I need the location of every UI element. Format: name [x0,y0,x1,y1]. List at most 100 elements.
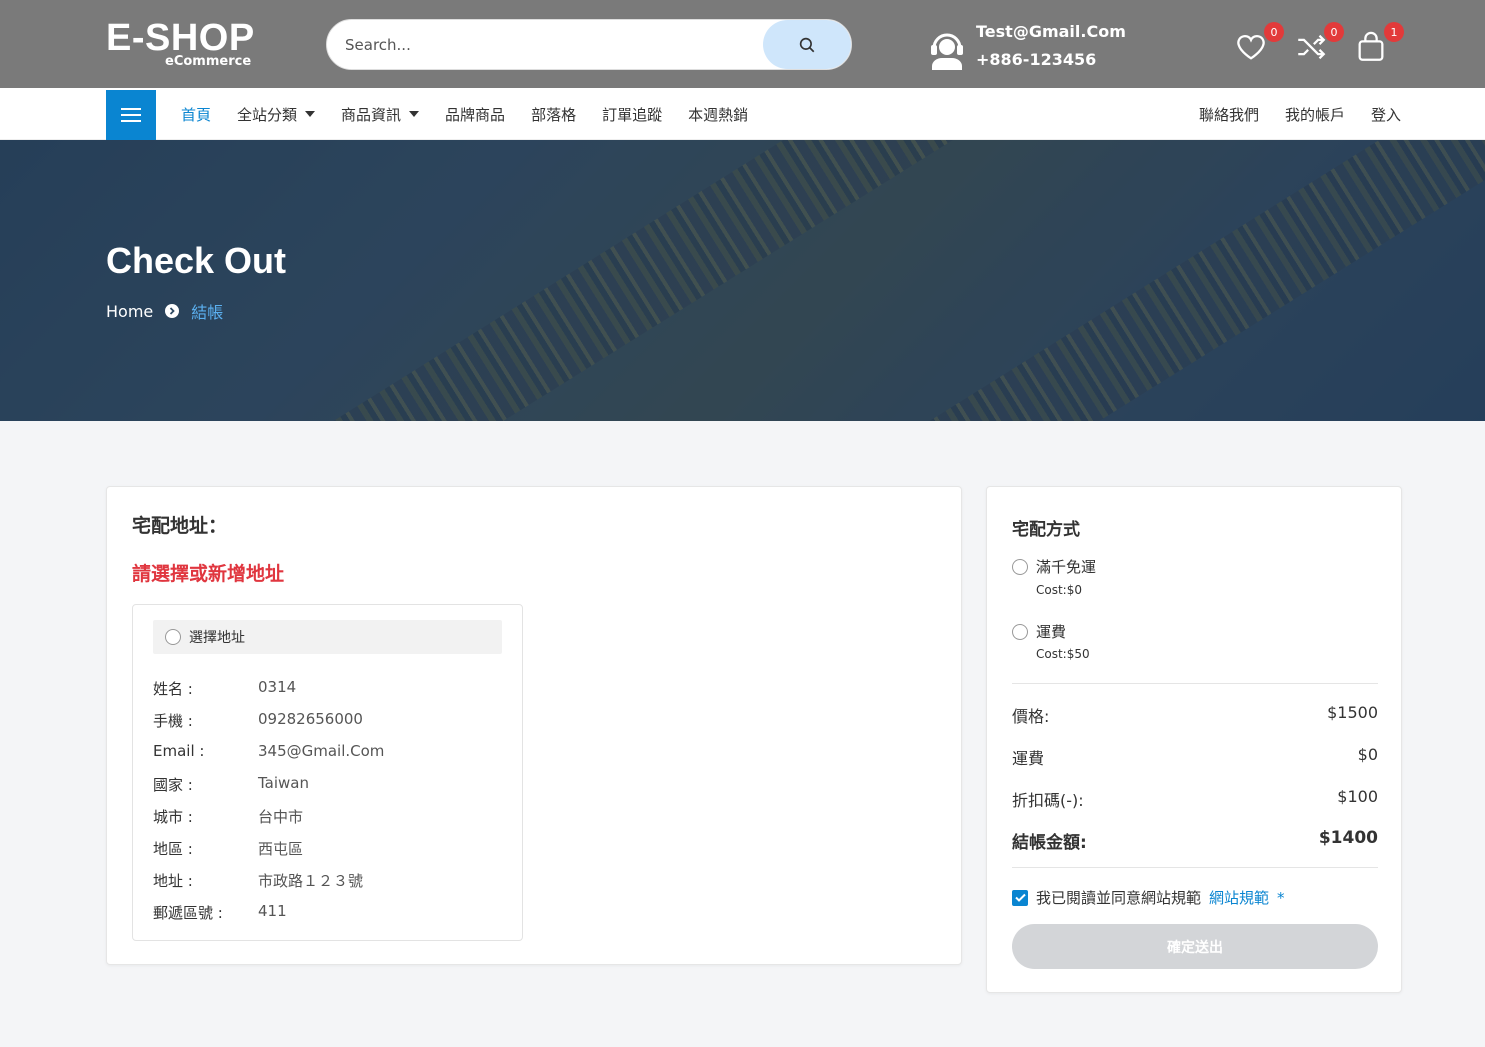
compare-button[interactable]: 0 [1294,22,1344,66]
shuffle-icon [1298,34,1326,60]
field-value: 台中市 [258,808,304,826]
contact-us-link[interactable]: 聯絡我們 [1199,104,1259,125]
login-link[interactable]: 登入 [1371,104,1401,125]
field-label: 地區 : [153,840,193,858]
main-nav: 首頁 全站分類 商品資訊 品牌商品 部落格 訂單追蹤 本週熱銷 聯絡我們 我的帳… [0,88,1485,140]
nav-item-product-info[interactable]: 商品資訊 [341,104,420,125]
nav-item-home[interactable]: 首頁 [181,104,211,125]
total-value: $1400 [1318,828,1378,848]
logo-main-text: E-SHOP [106,17,255,59]
summary-total-row: 結帳金額: $1400 [1012,828,1378,853]
price-value: $1500 [1327,703,1378,722]
address-row-name: 姓名 : 0314 [153,678,296,699]
logo[interactable]: E-SHOP eCommerce [106,17,255,69]
nav-item-blog[interactable]: 部落格 [531,104,576,125]
address-row-country: 國家 : Taiwan [153,774,309,795]
caret-down-icon [305,111,316,117]
checkmark-icon [1014,893,1026,902]
field-value: 市政路１２３號 [258,872,364,890]
shipping-option-label: 運費 [1036,623,1067,641]
nav-item-label: 部落格 [531,105,577,124]
submit-order-button[interactable]: 確定送出 [1012,924,1378,969]
shipping-option-cost: Cost:$0 [1036,583,1082,597]
summary-discount-row: 折扣碼(-): $100 [1012,787,1378,811]
field-value: 0314 [258,678,297,696]
nav-item-weekly-hot[interactable]: 本週熱銷 [688,104,748,125]
shipping-value: $0 [1357,745,1378,764]
field-label: 地址 : [153,872,193,890]
wishlist-count-badge: 0 [1264,22,1284,42]
address-option: 選擇地址 姓名 : 0314 手機 : 09282656000 Email : 345… [132,604,523,941]
total-label: 結帳金額: [1012,833,1087,853]
discount-label: 折扣碼(-): [1012,791,1084,810]
terms-checkbox[interactable] [1012,889,1028,906]
field-value: 09282656000 [258,710,363,728]
order-summary-card: 宅配方式 滿千免運 Cost:$0 運費 Cost:$50 價格: $1500 … [986,486,1402,993]
radio-button[interactable] [1012,623,1028,640]
nav-item-label: 商品資訊 [341,105,402,124]
contact-phone[interactable]: +886-123456 [976,50,1096,69]
terms-link[interactable]: 網站規範 [1209,887,1269,908]
field-label: 姓名 : [153,680,193,698]
chevron-right-icon [165,304,180,318]
divider [1012,683,1378,684]
address-row-zipcode: 郵遞區號 : 411 [153,902,287,923]
breadcrumb: Home 結帳 [106,299,223,323]
hero-banner: Check Out Home 結帳 [0,140,1485,421]
summary-shipping-row: 運費 $0 [1012,745,1378,769]
choose-address-radio[interactable]: 選擇地址 [153,620,502,654]
address-row-street: 地址 : 市政路１２３號 [153,870,363,891]
nav-item-label: 全站分類 [237,105,298,124]
field-value: 411 [258,902,287,920]
address-row-email: Email : 345@Gmail.Com [153,742,384,760]
nav-item-label: 本週熱銷 [688,105,749,124]
hamburger-icon [121,108,141,122]
radio-button[interactable] [1012,558,1028,575]
terms-text: 我已閱讀並同意網站規範 [1036,889,1202,907]
nav-item-order-tracking[interactable]: 訂單追蹤 [602,104,662,125]
price-label: 價格: [1012,707,1050,726]
breadcrumb-current: 結帳 [191,303,224,322]
nav-item-label: 訂單追蹤 [602,105,663,124]
nav-items: 首頁 全站分類 商品資訊 品牌商品 部落格 訂單追蹤 本週熱銷 [181,88,748,140]
heart-icon [1237,35,1265,60]
discount-value: $100 [1337,787,1378,806]
delivery-address-card: 宅配地址： 請選擇或新增地址 選擇地址 姓名 : 0314 手機 : 0928265… [106,486,962,965]
divider [1012,867,1378,868]
choose-address-label: 選擇地址 [189,630,245,646]
compare-count-badge: 0 [1324,22,1344,42]
cart-button[interactable]: 1 [1354,22,1404,66]
field-label: 國家 : [153,776,193,794]
support-agent-icon [931,33,963,70]
breadcrumb-home[interactable]: Home [106,302,153,321]
nav-item-categories[interactable]: 全站分類 [237,104,316,125]
address-row-phone: 手機 : 09282656000 [153,710,363,731]
field-label: 郵遞區號 : [153,904,223,922]
menu-toggle-button[interactable] [106,90,156,140]
address-warning: 請選擇或新增地址 [132,563,285,585]
page-title: Check Out [106,240,287,281]
summary-price-row: 價格: $1500 [1012,703,1378,727]
shipping-label: 運費 [1012,749,1045,768]
radio-button[interactable] [165,629,181,645]
field-value: 345@Gmail.Com [258,742,385,760]
shipping-option-fee[interactable]: 運費 [1012,621,1066,642]
field-label: Email : [153,742,205,760]
cart-count-badge: 1 [1384,22,1404,42]
wishlist-button[interactable]: 0 [1234,22,1284,66]
shopping-bag-icon [1358,31,1384,61]
search-bar [326,19,852,70]
field-label: 城市 : [153,808,193,826]
caret-down-icon [409,111,420,117]
contact-email[interactable]: Test@Gmail.Com [976,22,1126,41]
address-row-district: 地區 : 西屯區 [153,838,303,859]
terms-agreement: 我已閱讀並同意網站規範 網站規範 * [1012,887,1285,908]
search-icon [799,37,815,52]
shipping-option-free[interactable]: 滿千免運 [1012,556,1096,577]
nav-item-brands[interactable]: 品牌商品 [445,104,505,125]
logo-sub-text: eCommerce [165,54,252,69]
address-row-city: 城市 : 台中市 [153,806,303,827]
my-account-link[interactable]: 我的帳戶 [1285,104,1345,125]
search-input[interactable] [345,20,765,69]
search-button[interactable] [763,20,851,69]
